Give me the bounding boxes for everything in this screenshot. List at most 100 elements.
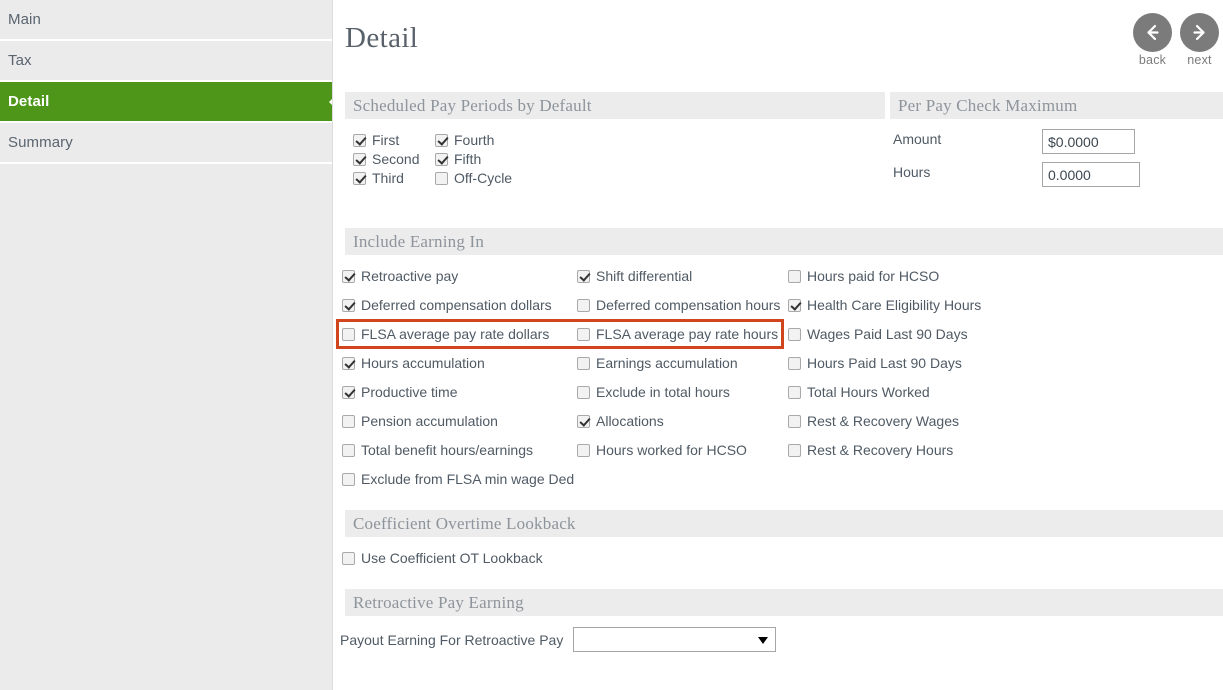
amount-label: Amount — [893, 131, 942, 147]
checkbox-label: Total Hours Worked — [807, 384, 930, 400]
checkbox-label: Shift differential — [596, 268, 693, 284]
checkbox-box[interactable] — [342, 551, 355, 565]
back-button[interactable]: back — [1133, 13, 1172, 67]
checkbox-box[interactable] — [342, 356, 355, 370]
checkbox-off-cycle[interactable]: Off-Cycle — [435, 170, 512, 186]
payout-earning-label: Payout Earning For Retroactive Pay — [340, 632, 564, 648]
checkbox-label: Exclude from FLSA min wage Ded — [361, 471, 575, 487]
checkbox-pension-accumulation[interactable]: Pension accumulation — [342, 413, 498, 429]
amount-field[interactable] — [1042, 129, 1135, 154]
checkbox-box[interactable] — [788, 298, 801, 312]
checkbox-total-benefit-hours-earnings[interactable]: Total benefit hours/earnings — [342, 442, 533, 458]
checkbox-box[interactable] — [788, 356, 801, 370]
wizard-navigation-buttons: back next — [1133, 13, 1219, 67]
checkbox-earnings-accumulation[interactable]: Earnings accumulation — [577, 355, 738, 371]
arrow-right-icon — [1180, 13, 1219, 52]
chevron-down-icon — [758, 637, 768, 644]
section-header-include-earning-in: Include Earning In — [345, 228, 1223, 255]
checkbox-exclude-from-flsa-min-wage-ded[interactable]: Exclude from FLSA min wage Ded — [342, 471, 574, 487]
checkbox-box[interactable] — [342, 414, 355, 428]
checkbox-label: Allocations — [596, 413, 664, 429]
checkbox-box[interactable] — [788, 414, 801, 428]
hours-field[interactable] — [1042, 162, 1140, 187]
checkbox-box[interactable] — [577, 298, 590, 312]
checkbox-label: Hours accumulation — [361, 355, 485, 371]
checkbox-box[interactable] — [342, 443, 355, 457]
checkbox-rest-and-recovery-wages[interactable]: Rest & Recovery Wages — [788, 413, 959, 429]
checkbox-retroactive-pay[interactable]: Retroactive pay — [342, 268, 458, 284]
checkbox-first[interactable]: First — [353, 132, 399, 148]
checkbox-label: Hours worked for HCSO — [596, 442, 747, 458]
checkbox-box[interactable] — [577, 356, 590, 370]
checkbox-box[interactable] — [788, 385, 801, 399]
checkbox-total-hours-worked[interactable]: Total Hours Worked — [788, 384, 930, 400]
checkbox-fifth[interactable]: Fifth — [435, 151, 481, 167]
section-header-per-pay-check-maximum: Per Pay Check Maximum — [890, 92, 1223, 119]
next-button-label: next — [1187, 53, 1212, 67]
checkbox-hours-paid-for-hcso[interactable]: Hours paid for HCSO — [788, 268, 939, 284]
checkbox-hours-accumulation[interactable]: Hours accumulation — [342, 355, 485, 371]
sidebar-navigation: Main Tax Detail Summary — [0, 0, 333, 690]
checkbox-deferred-compensation-dollars[interactable]: Deferred compensation dollars — [342, 297, 552, 313]
checkbox-flsa-average-pay-rate-hours[interactable]: FLSA average pay rate hours — [577, 326, 778, 342]
payout-earning-select[interactable] — [573, 627, 776, 652]
sidebar-item-tax[interactable]: Tax — [0, 41, 332, 82]
checkbox-box[interactable] — [577, 327, 590, 341]
checkbox-rest-and-recovery-hours[interactable]: Rest & Recovery Hours — [788, 442, 953, 458]
checkbox-wages-paid-last-90-days[interactable]: Wages Paid Last 90 Days — [788, 326, 968, 342]
sidebar-item-main[interactable]: Main — [0, 0, 332, 41]
sidebar-item-summary[interactable]: Summary — [0, 123, 332, 164]
checkbox-label: Rest & Recovery Hours — [807, 442, 954, 458]
checkbox-box[interactable] — [342, 269, 355, 283]
section-header-retroactive-pay-earning: Retroactive Pay Earning — [345, 589, 1223, 616]
checkbox-box[interactable] — [788, 269, 801, 283]
checkbox-box[interactable] — [577, 414, 590, 428]
checkbox-box[interactable] — [435, 171, 448, 185]
sidebar-item-label: Summary — [8, 134, 73, 151]
checkbox-label: Second — [372, 151, 420, 167]
checkbox-label: Deferred compensation dollars — [361, 297, 552, 313]
checkbox-label: FLSA average pay rate dollars — [361, 326, 550, 342]
sidebar-item-label: Detail — [8, 93, 50, 110]
checkbox-box[interactable] — [435, 152, 448, 166]
checkbox-label: Health Care Eligibility Hours — [807, 297, 982, 313]
checkbox-fourth[interactable]: Fourth — [435, 132, 494, 148]
next-button[interactable]: next — [1180, 13, 1219, 67]
checkbox-use-coefficient-ot-lookback[interactable]: Use Coefficient OT Lookback — [342, 550, 543, 566]
checkbox-productive-time[interactable]: Productive time — [342, 384, 457, 400]
checkbox-label: Productive time — [361, 384, 458, 400]
checkbox-label: Fourth — [454, 132, 495, 148]
arrow-left-icon — [1133, 13, 1172, 52]
sidebar-item-label: Main — [8, 11, 41, 28]
sidebar-item-detail[interactable]: Detail — [0, 82, 332, 123]
checkbox-exclude-in-total-hours[interactable]: Exclude in total hours — [577, 384, 730, 400]
application-window: Main Tax Detail Summary Detail back next… — [0, 0, 1223, 690]
checkbox-box[interactable] — [342, 327, 355, 341]
checkbox-box[interactable] — [788, 327, 801, 341]
checkbox-box[interactable] — [577, 385, 590, 399]
checkbox-box[interactable] — [435, 133, 448, 147]
checkbox-label: Pension accumulation — [361, 413, 498, 429]
checkbox-box[interactable] — [342, 472, 355, 486]
checkbox-health-care-eligibility-hours[interactable]: Health Care Eligibility Hours — [788, 297, 981, 313]
checkbox-box[interactable] — [353, 171, 366, 185]
checkbox-box[interactable] — [788, 443, 801, 457]
checkbox-box[interactable] — [342, 298, 355, 312]
main-content: Detail back next Scheduled Pay Periods b… — [333, 0, 1223, 690]
checkbox-allocations[interactable]: Allocations — [577, 413, 664, 429]
checkbox-box[interactable] — [577, 269, 590, 283]
checkbox-hours-paid-last-90-days[interactable]: Hours Paid Last 90 Days — [788, 355, 962, 371]
checkbox-label: Total benefit hours/earnings — [361, 442, 533, 458]
checkbox-box[interactable] — [577, 443, 590, 457]
checkbox-shift-differential[interactable]: Shift differential — [577, 268, 692, 284]
checkbox-flsa-average-pay-rate-dollars[interactable]: FLSA average pay rate dollars — [342, 326, 549, 342]
checkbox-second[interactable]: Second — [353, 151, 419, 167]
checkbox-hours-worked-for-hcso[interactable]: Hours worked for HCSO — [577, 442, 747, 458]
checkbox-box[interactable] — [353, 152, 366, 166]
back-button-label: back — [1138, 53, 1167, 67]
checkbox-box[interactable] — [353, 133, 366, 147]
checkbox-third[interactable]: Third — [353, 170, 404, 186]
checkbox-label: Fifth — [454, 151, 482, 167]
checkbox-box[interactable] — [342, 385, 355, 399]
checkbox-deferred-compensation-hours[interactable]: Deferred compensation hours — [577, 297, 780, 313]
